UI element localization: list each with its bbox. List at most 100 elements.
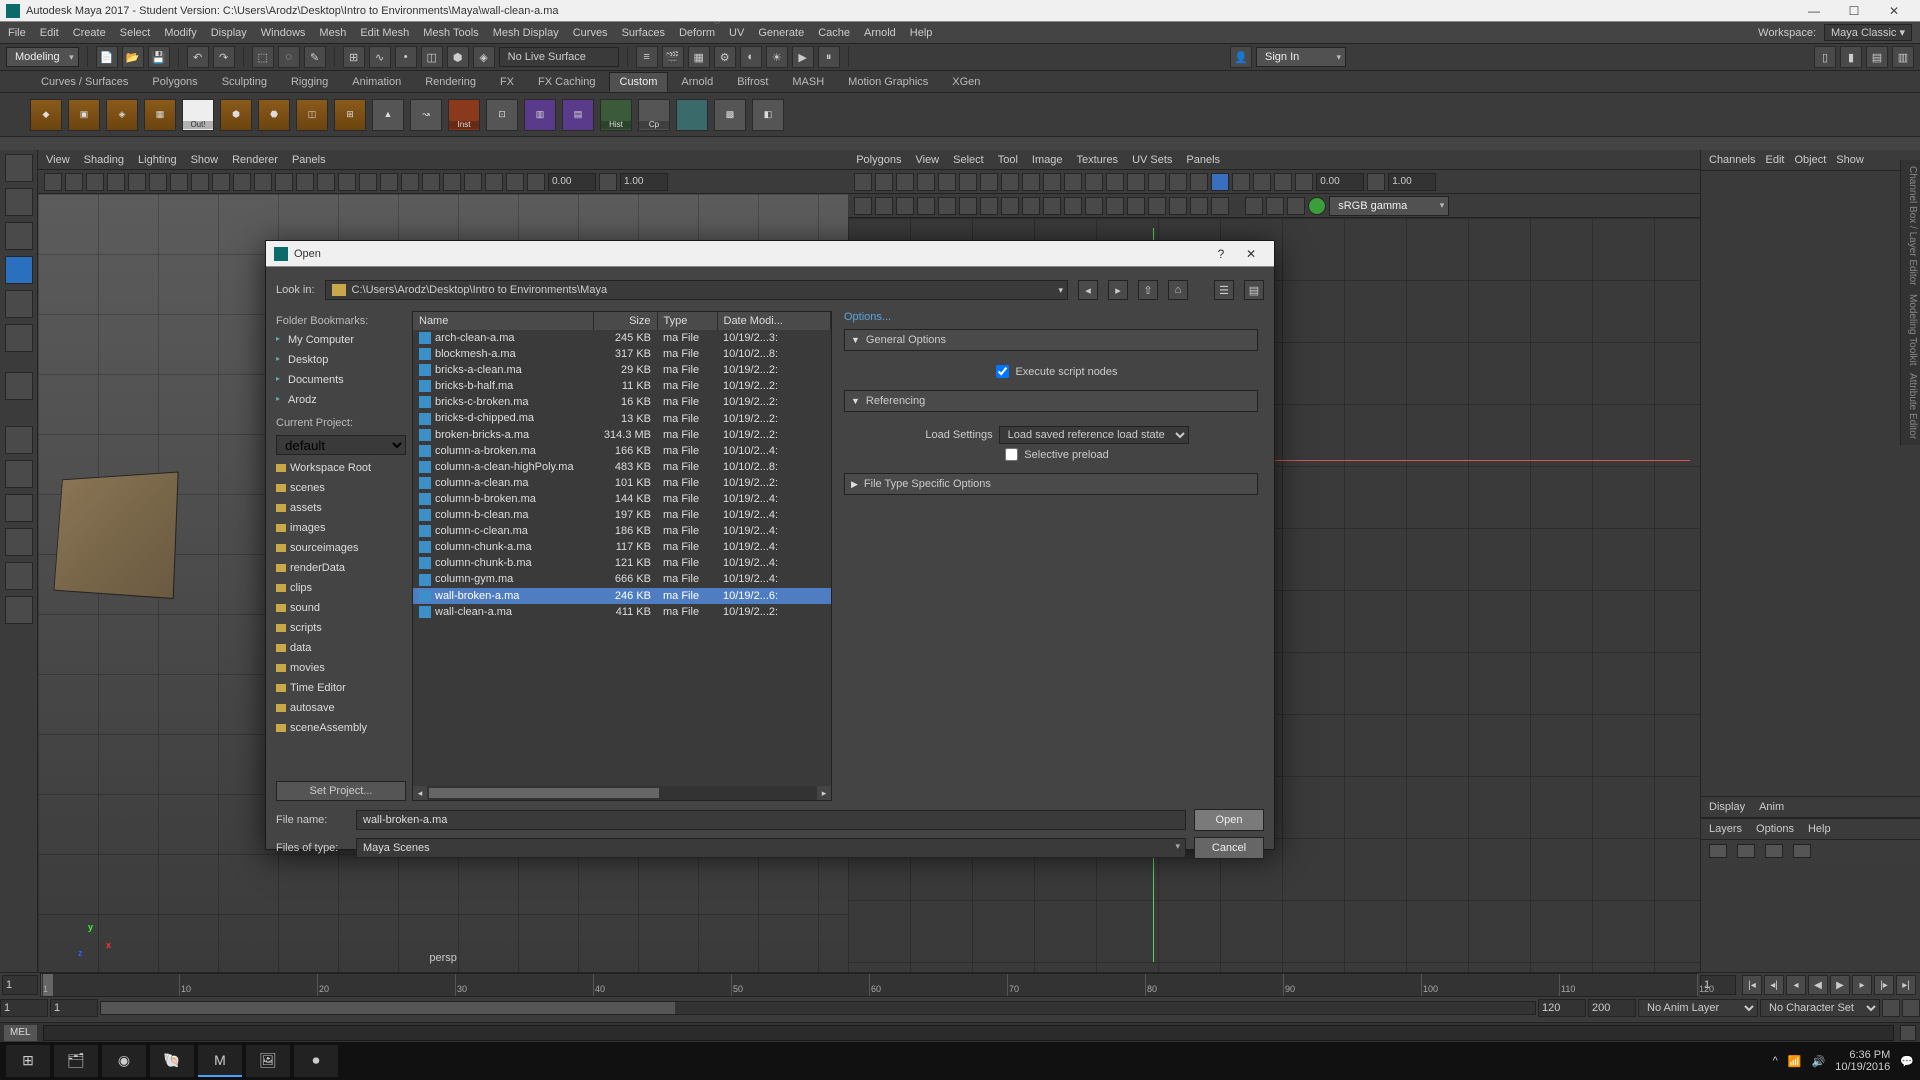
shelf-icon-hist[interactable]: Cp (638, 99, 670, 131)
uv-b16[interactable] (1169, 197, 1187, 215)
menu-display[interactable]: Display (211, 27, 247, 39)
view-list-icon[interactable]: ☰ (1214, 280, 1234, 300)
uv-colormode-dropdown[interactable]: sRGB gamma (1329, 196, 1449, 216)
hypershade-icon[interactable]: ◐ (740, 46, 762, 68)
dialog-close-button[interactable]: ✕ (1236, 247, 1266, 261)
curproject-select[interactable]: default (276, 435, 406, 455)
file-row[interactable]: wall-broken-a.ma246 KBma File10/19/2...6… (413, 588, 831, 604)
uv-t20[interactable] (1253, 173, 1271, 191)
shelf-icon-10[interactable]: ▲ (372, 99, 404, 131)
folder-scenes[interactable]: scenes (276, 481, 406, 495)
shelftab-rigging[interactable]: Rigging (280, 72, 339, 92)
menu-create[interactable]: Create (73, 27, 106, 39)
menu-curves[interactable]: Curves (573, 27, 608, 39)
folder-assets[interactable]: assets (276, 501, 406, 515)
vp-btn-5[interactable] (128, 173, 146, 191)
move-tool[interactable] (5, 256, 33, 284)
layer-btn-1[interactable] (1709, 844, 1727, 858)
uv-t3[interactable] (896, 173, 914, 191)
menu-select[interactable]: Select (120, 27, 151, 39)
step-fwd-button[interactable]: ▸ (1852, 975, 1872, 995)
shelftab-sculpting[interactable]: Sculpting (211, 72, 278, 92)
shelf-icon-19[interactable]: ▩ (714, 99, 746, 131)
uv-t2[interactable] (875, 173, 893, 191)
uv-menu-tool[interactable]: Tool (998, 154, 1018, 166)
uv-gamma-field[interactable] (1388, 173, 1436, 191)
make-live-icon[interactable]: ◈ (473, 46, 495, 68)
vp-btn-4[interactable] (107, 173, 125, 191)
uv-b6[interactable] (959, 197, 977, 215)
uv-t16[interactable] (1169, 173, 1187, 191)
layer-menu-help[interactable]: Help (1808, 823, 1831, 835)
snap-point-icon[interactable]: • (395, 46, 417, 68)
filename-input[interactable] (356, 810, 1186, 830)
menu-edit[interactable]: Edit (40, 27, 59, 39)
referencing-header[interactable]: ▼ Referencing (844, 390, 1258, 412)
undo-icon[interactable]: ↶ (187, 46, 209, 68)
vp-btn-8[interactable] (191, 173, 209, 191)
open-button[interactable]: Open (1194, 809, 1264, 831)
vp-btn-11[interactable] (254, 173, 272, 191)
play-fwd-button[interactable]: ▶ (1830, 975, 1850, 995)
vp-btn-23[interactable] (506, 173, 524, 191)
redo-icon[interactable]: ↷ (213, 46, 235, 68)
load-settings-select[interactable]: Load saved reference load state (999, 426, 1189, 444)
shelftab-animation[interactable]: Animation (341, 72, 412, 92)
vp-btn-3[interactable] (86, 173, 104, 191)
view-detail-icon[interactable]: ▤ (1244, 280, 1264, 300)
shelf-icon-2[interactable]: ▣ (68, 99, 100, 131)
vp-menu-panels[interactable]: Panels (292, 154, 326, 166)
shelftab-curves[interactable]: Curves / Surfaces (30, 72, 139, 92)
menu-deform[interactable]: Deform (679, 27, 715, 39)
vp-btn-2[interactable] (65, 173, 83, 191)
uv-b14[interactable] (1127, 197, 1145, 215)
folder-movies[interactable]: movies (276, 661, 406, 675)
account-icon[interactable]: 👤 (1230, 46, 1252, 68)
vp-btn-14[interactable] (317, 173, 335, 191)
folder-clips[interactable]: clips (276, 581, 406, 595)
uv-b1[interactable] (854, 197, 872, 215)
uv-color-dot-icon[interactable] (1308, 197, 1326, 215)
vtab-attributeeditor[interactable]: Attribute Editor (1903, 373, 1918, 439)
four-pane-layout[interactable] (5, 460, 33, 488)
selective-preload-checkbox[interactable] (1005, 448, 1018, 461)
uv-t21[interactable] (1274, 173, 1292, 191)
shelf-icon-20[interactable]: ◧ (752, 99, 784, 131)
nav-fwd-icon[interactable]: ▸ (1108, 280, 1128, 300)
uv-t12[interactable] (1085, 173, 1103, 191)
col-type[interactable]: Type (657, 312, 717, 330)
layer-btn-3[interactable] (1765, 844, 1783, 858)
lookin-path-field[interactable]: C:\Users\Arodz\Desktop\Intro to Environm… (325, 280, 1068, 300)
uv-t1[interactable] (854, 173, 872, 191)
uv-t9[interactable] (1022, 173, 1040, 191)
shelf-icon-1[interactable]: ◆ (30, 99, 62, 131)
vp-btn-12[interactable] (275, 173, 293, 191)
task-maya-icon[interactable]: M (198, 1045, 242, 1077)
panel-layout2-icon[interactable]: ▮ (1840, 46, 1862, 68)
menu-mesh[interactable]: Mesh (319, 27, 346, 39)
workspace-select[interactable]: Maya Classic ▾ (1824, 24, 1912, 41)
uv-t8[interactable] (1001, 173, 1019, 191)
shelf-icon-7[interactable]: ⬣ (258, 99, 290, 131)
filetype-options-header[interactable]: ▶ File Type Specific Options (844, 473, 1258, 495)
menu-cache[interactable]: Cache (818, 27, 850, 39)
time-ruler[interactable]: 1102030405060708090100110120 (40, 973, 1698, 997)
range-end-field[interactable] (1588, 999, 1636, 1017)
vp-btn-15[interactable] (338, 173, 356, 191)
folder-sourceimages[interactable]: sourceimages (276, 541, 406, 555)
layer-btn-4[interactable] (1793, 844, 1811, 858)
character-set-select[interactable]: No Character Set (1760, 999, 1880, 1017)
menu-meshdisplay[interactable]: Mesh Display (493, 27, 559, 39)
dialog-help-button[interactable]: ? (1206, 247, 1236, 261)
pause-icon[interactable]: ⏸ (818, 46, 840, 68)
goto-end-button[interactable]: ▸| (1896, 975, 1916, 995)
two-pane-layout[interactable] (5, 494, 33, 522)
vp-btn-13[interactable] (296, 173, 314, 191)
nav-up-icon[interactable]: ⇧ (1138, 280, 1158, 300)
options-link[interactable]: Options... (844, 311, 891, 323)
cb-menu-object[interactable]: Object (1794, 154, 1826, 166)
range-playstart-field[interactable] (50, 999, 98, 1017)
play-back-button[interactable]: ◀ (1808, 975, 1828, 995)
folder-timeeditor[interactable]: Time Editor (276, 681, 406, 695)
uv-menu-select[interactable]: Select (953, 154, 984, 166)
